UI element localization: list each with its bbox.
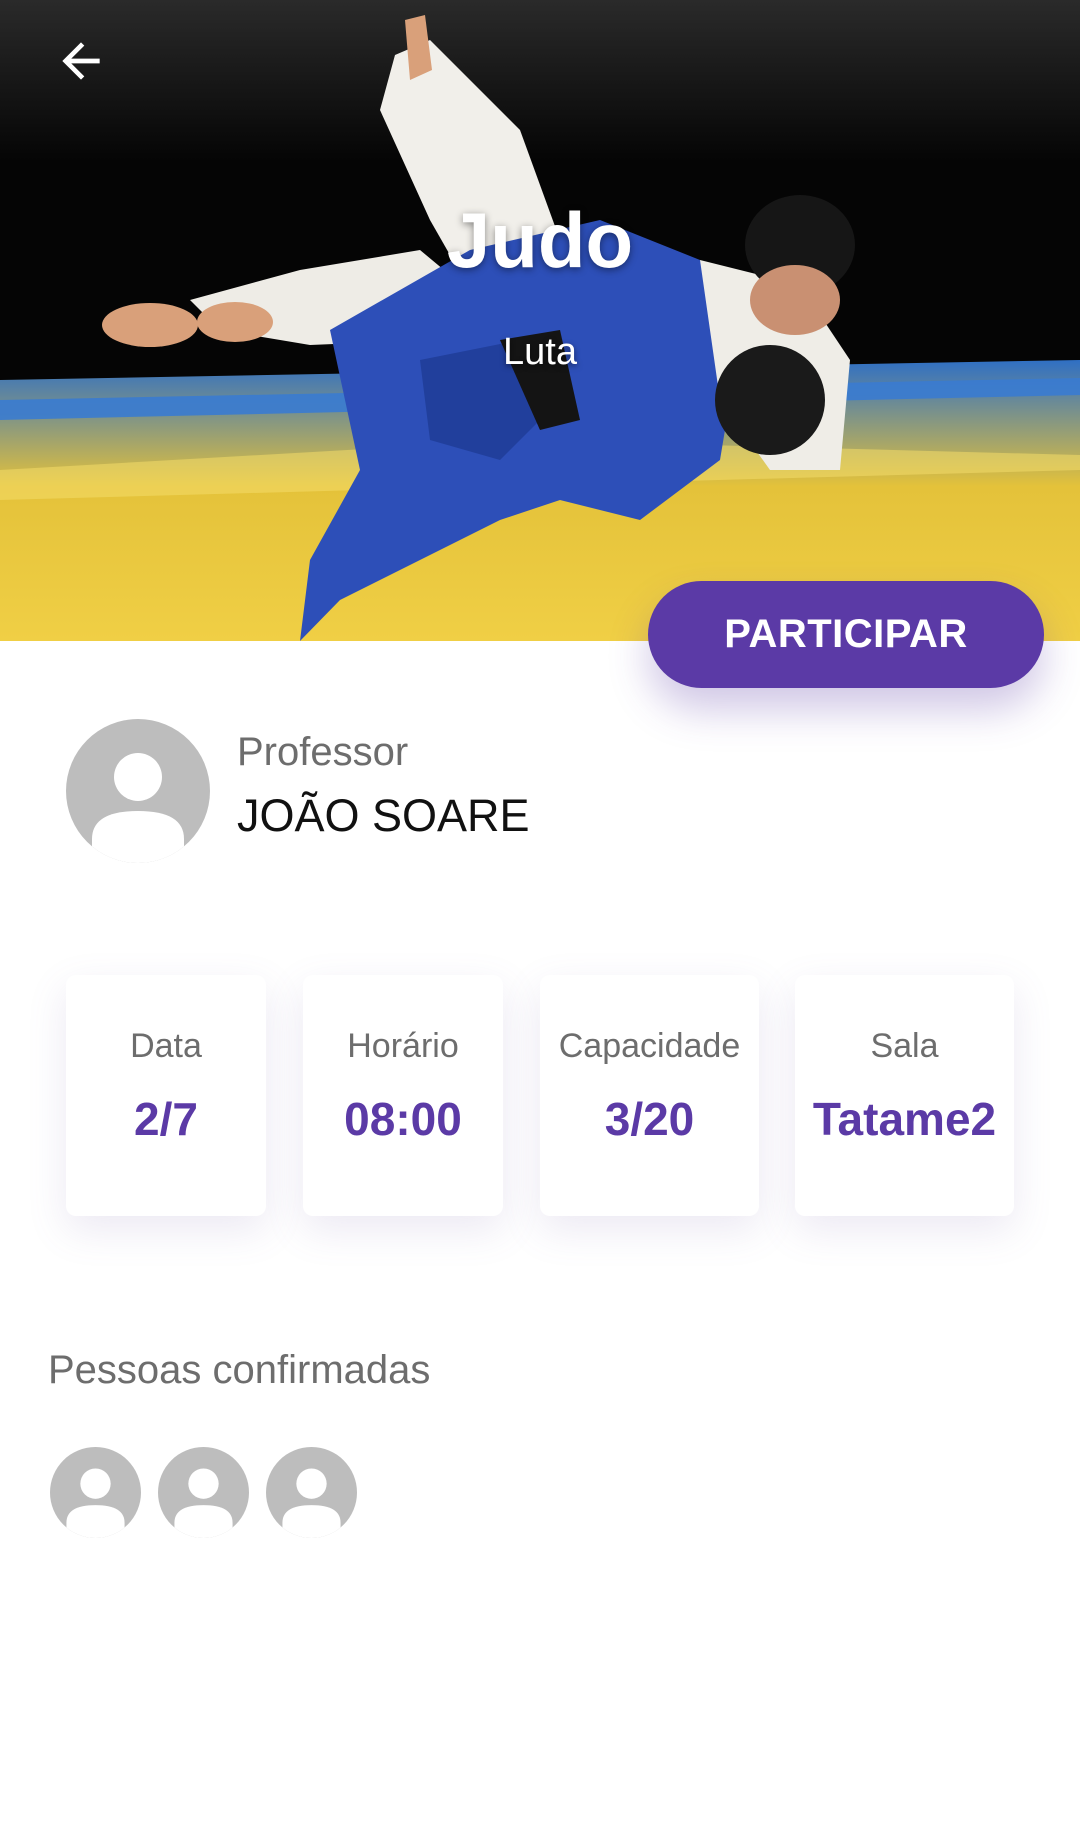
info-card-date: Data 2/7 <box>66 975 266 1216</box>
confirmed-person-avatar[interactable] <box>50 1447 141 1538</box>
info-card-value: 2/7 <box>134 1093 198 1145</box>
info-card-label: Horário <box>347 1027 459 1065</box>
info-card-room: Sala Tatame2 <box>795 975 1014 1216</box>
user-avatar-placeholder-icon <box>50 1447 141 1538</box>
class-category: Luta <box>503 331 577 373</box>
back-button[interactable] <box>40 20 122 102</box>
hero-banner: Judo Luta <box>0 0 1080 641</box>
info-card-value: 08:00 <box>344 1093 462 1145</box>
teacher-avatar <box>66 719 210 863</box>
info-card-label: Capacidade <box>558 1027 741 1065</box>
confirmed-people-title: Pessoas confirmadas <box>48 1348 431 1392</box>
info-card-capacity: Capacidade 3/20 <box>540 975 759 1216</box>
teacher-role-label: Professor <box>237 730 409 774</box>
participate-button[interactable]: PARTICIPAR <box>648 581 1044 688</box>
arrow-left-icon <box>62 42 100 80</box>
class-title: Judo <box>446 196 634 284</box>
user-avatar-placeholder-icon <box>158 1447 249 1538</box>
info-card-label: Sala <box>870 1027 939 1065</box>
confirmed-person-avatar[interactable] <box>266 1447 357 1538</box>
confirmed-people-list <box>50 1447 357 1538</box>
confirmed-person-avatar[interactable] <box>158 1447 249 1538</box>
user-avatar-placeholder-icon <box>66 719 210 863</box>
judo-hero-image <box>0 0 1080 641</box>
info-card-time: Horário 08:00 <box>303 975 503 1216</box>
user-avatar-placeholder-icon <box>266 1447 357 1538</box>
info-card-label: Data <box>130 1027 202 1065</box>
teacher-name: JOÃO SOARE <box>237 790 530 841</box>
info-card-value: 3/20 <box>604 1093 695 1145</box>
info-card-value: Tatame2 <box>812 1093 997 1145</box>
